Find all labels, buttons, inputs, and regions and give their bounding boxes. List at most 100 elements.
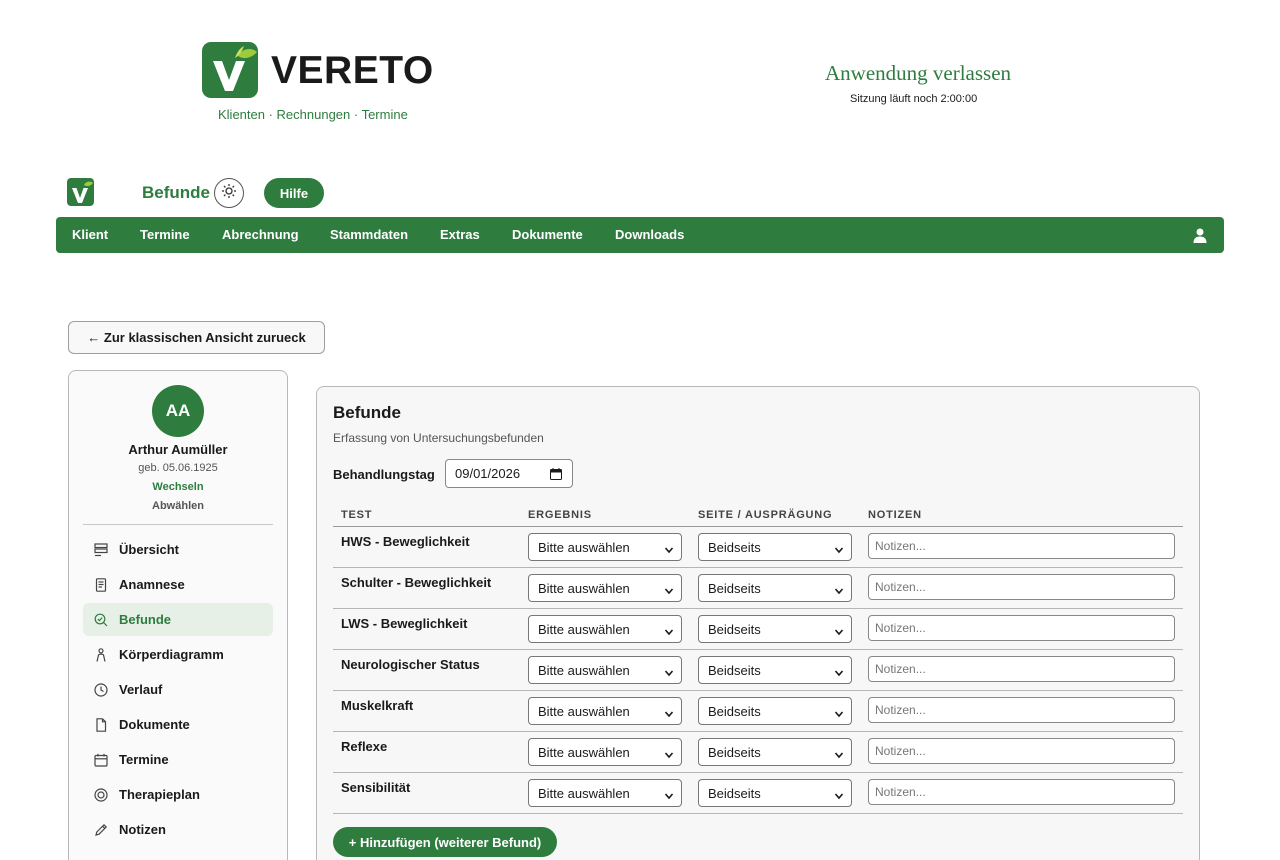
table-row: Reflexe Bitte auswählen Beidseits Notizen..… <box>333 732 1183 773</box>
sidebar-item-uebersicht[interactable]: Übersicht <box>83 533 273 566</box>
notes-placeholder: Notizen... <box>875 539 926 553</box>
result-select-value: Bitte auswählen <box>538 662 630 678</box>
nav-item-abrechnung[interactable]: Abrechnung <box>222 227 299 242</box>
result-select[interactable]: Bitte auswählen <box>528 574 682 602</box>
result-select[interactable]: Bitte auswählen <box>528 656 682 684</box>
side-select-value: Beidseits <box>708 785 761 801</box>
sidebar-item-befunde[interactable]: Befunde <box>83 603 273 636</box>
sidebar-item-termine[interactable]: Termine <box>83 743 273 776</box>
findings-panel: Befunde Erfassung von Untersuchungsbefun… <box>316 386 1200 860</box>
switch-client-link[interactable]: Wechseln <box>69 481 287 493</box>
sidebar-item-verlauf[interactable]: Verlauf <box>83 673 273 706</box>
classic-view-back-button[interactable]: ← Zur klassischen Ansicht zurueck <box>68 321 325 354</box>
side-select-value: Beidseits <box>708 580 761 596</box>
result-select[interactable]: Bitte auswählen <box>528 615 682 643</box>
notes-input[interactable]: Notizen... <box>868 656 1175 682</box>
result-select[interactable]: Bitte auswählen <box>528 779 682 807</box>
help-button[interactable]: Hilfe <box>264 178 324 208</box>
chevron-down-icon <box>834 584 844 599</box>
nav-item-stammdaten[interactable]: Stammdaten <box>330 227 408 242</box>
file-icon <box>94 717 108 732</box>
person-icon <box>94 647 108 662</box>
side-select[interactable]: Beidseits <box>698 738 852 766</box>
chevron-down-icon <box>664 789 674 804</box>
pencil-icon <box>94 823 108 837</box>
nav-item-klient[interactable]: Klient <box>72 227 108 242</box>
notes-placeholder: Notizen... <box>875 785 926 799</box>
sidebar-item-label: Anamnese <box>119 577 185 592</box>
notes-placeholder: Notizen... <box>875 744 926 758</box>
chevron-down-icon <box>834 789 844 804</box>
notes-input[interactable]: Notizen... <box>868 533 1175 559</box>
section-title: Befunde <box>142 183 210 202</box>
nav-item-extras[interactable]: Extras <box>440 227 480 242</box>
target-icon <box>94 787 108 802</box>
treatment-day-label: Behandlungstag <box>333 467 435 482</box>
sidebar-item-label: Verlauf <box>119 682 163 697</box>
panel-title: Befunde <box>333 403 401 422</box>
test-name: Reflexe <box>341 739 388 754</box>
result-select[interactable]: Bitte auswählen <box>528 533 682 561</box>
side-select[interactable]: Beidseits <box>698 697 852 725</box>
nav-item-dokumente[interactable]: Dokumente <box>512 227 583 242</box>
test-name: Schulter - Beweglichkeit <box>341 575 492 590</box>
sidebar-item-koerperdiagramm[interactable]: Körperdiagramm <box>83 638 273 671</box>
notes-input[interactable]: Notizen... <box>868 615 1175 641</box>
column-header-result: ERGEBNIS <box>528 509 592 521</box>
sidebar-item-label: Therapieplan <box>119 787 200 802</box>
result-select-value: Bitte auswählen <box>538 703 630 719</box>
clock-icon <box>94 682 108 697</box>
chevron-down-icon <box>834 543 844 558</box>
side-select-value: Beidseits <box>708 703 761 719</box>
notes-placeholder: Notizen... <box>875 621 926 635</box>
panel-subtitle: Erfassung von Untersuchungsbefunden <box>333 431 544 445</box>
result-select-value: Bitte auswählen <box>538 785 630 801</box>
sidebar-item-label: Übersicht <box>119 542 179 557</box>
sidebar-item-label: Körperdiagramm <box>119 647 224 662</box>
side-select-value: Beidseits <box>708 744 761 760</box>
test-name: Muskelkraft <box>341 698 414 713</box>
chevron-down-icon <box>834 666 844 681</box>
vereto-mini-logo[interactable] <box>67 178 94 206</box>
notes-input[interactable]: Notizen... <box>868 779 1175 805</box>
sidebar-item-notizen[interactable]: Notizen <box>83 813 273 846</box>
session-timer: Sitzung läuft noch 2:00:00 <box>850 93 978 105</box>
side-select[interactable]: Beidseits <box>698 574 852 602</box>
result-select[interactable]: Bitte auswählen <box>528 738 682 766</box>
notes-input[interactable]: Notizen... <box>868 574 1175 600</box>
add-finding-button[interactable]: + Hinzufügen (weiterer Befund) <box>333 827 557 857</box>
user-icon[interactable] <box>1192 227 1208 248</box>
notes-placeholder: Notizen... <box>875 662 926 676</box>
vereto-logo <box>202 42 258 98</box>
calendar-picker-icon[interactable] <box>550 468 562 483</box>
leave-app-link[interactable]: Anwendung verlassen <box>825 61 1011 86</box>
sidebar-item-anamnese[interactable]: Anamnese <box>83 568 273 601</box>
table-row: HWS - Beweglichkeit Bitte auswählen Beidse… <box>333 527 1183 568</box>
sidebar-item-dokumente[interactable]: Dokumente <box>83 708 273 741</box>
result-select[interactable]: Bitte auswählen <box>528 697 682 725</box>
deselect-client-link[interactable]: Abwählen <box>69 500 287 512</box>
nav-item-termine[interactable]: Termine <box>140 227 190 242</box>
side-select[interactable]: Beidseits <box>698 533 852 561</box>
test-name: HWS - Beweglichkeit <box>341 534 470 549</box>
test-name: Neurologischer Status <box>341 657 480 672</box>
sidebar-divider <box>83 524 273 525</box>
column-header-notes: NOTIZEN <box>868 509 922 521</box>
document-list-icon <box>94 577 108 592</box>
table-row: Neurologischer Status Bitte auswählen Beid… <box>333 650 1183 691</box>
notes-placeholder: Notizen... <box>875 703 926 717</box>
table-row: Schulter - Beweglichkeit Bitte auswählen B… <box>333 568 1183 609</box>
treatment-day-date-input[interactable]: 09/01/2026 <box>445 459 573 488</box>
theme-toggle-button[interactable] <box>214 178 244 208</box>
side-select[interactable]: Beidseits <box>698 615 852 643</box>
notes-input[interactable]: Notizen... <box>868 697 1175 723</box>
sidebar-item-label: Dokumente <box>119 717 190 732</box>
side-select-value: Beidseits <box>708 539 761 555</box>
side-select[interactable]: Beidseits <box>698 656 852 684</box>
test-name: Sensibilität <box>341 780 411 795</box>
notes-input[interactable]: Notizen... <box>868 738 1175 764</box>
nav-item-downloads[interactable]: Downloads <box>615 227 684 242</box>
sidebar-item-therapieplan[interactable]: Therapieplan <box>83 778 273 811</box>
client-sidebar: AA Arthur Aumüller geb. 05.06.1925 Wechs… <box>68 370 288 860</box>
side-select[interactable]: Beidseits <box>698 779 852 807</box>
